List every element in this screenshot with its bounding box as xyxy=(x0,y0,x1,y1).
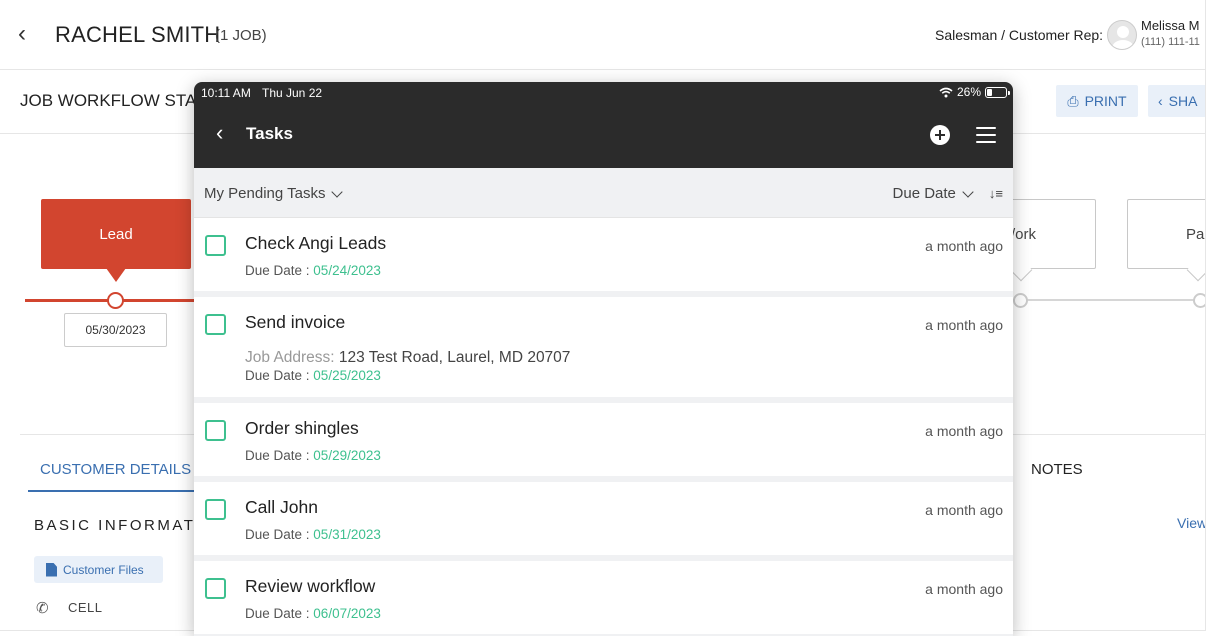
basic-info-heading: BASIC INFORMATI xyxy=(34,517,203,534)
cell-label: CELL xyxy=(68,600,103,615)
view-link[interactable]: View xyxy=(1177,515,1205,531)
stage-label: /ork xyxy=(1011,226,1037,243)
task-row[interactable]: Call John a month ago Due Date : 05/31/2… xyxy=(194,482,1013,561)
task-checkbox[interactable] xyxy=(205,420,226,441)
task-due: Due Date : 05/24/2023 xyxy=(245,263,381,278)
customer-files-button[interactable]: Customer Files xyxy=(34,556,163,583)
due-prefix: Due Date : xyxy=(245,368,314,383)
task-row[interactable]: Check Angi Leads a month ago Due Date : … xyxy=(194,218,1013,297)
job-count: (1 JOB) xyxy=(215,27,267,44)
sort-label: Due Date xyxy=(892,185,956,202)
back-chevron-icon[interactable]: ‹ xyxy=(216,122,223,144)
page-header: ‹ RACHEL SMITH (1 JOB) Salesman / Custom… xyxy=(0,0,1205,70)
rep-label: Salesman / Customer Rep: xyxy=(935,27,1104,43)
rep-phone: (111) 111-11 xyxy=(1141,36,1200,48)
stage-label: Pa xyxy=(1186,226,1205,243)
tasks-navbar: ‹ Tasks xyxy=(194,104,1013,168)
task-address: Job Address: 123 Test Road, Laurel, MD 2… xyxy=(245,349,570,367)
task-filter-dropdown[interactable]: My Pending Tasks xyxy=(204,185,344,202)
task-due: Due Date : 06/07/2023 xyxy=(245,606,381,621)
task-checkbox[interactable] xyxy=(205,499,226,520)
address-label: Job Address: xyxy=(245,349,335,366)
due-date: 05/29/2023 xyxy=(313,448,381,463)
printer-icon: ⎙ xyxy=(1067,92,1079,109)
back-chevron-icon[interactable]: ‹ xyxy=(18,22,26,46)
battery-icon xyxy=(985,86,1010,98)
status-indicators: 26% xyxy=(939,85,1010,99)
avatar-icon[interactable] xyxy=(1107,20,1137,50)
task-row[interactable]: Review workflow a month ago Due Date : 0… xyxy=(194,561,1013,636)
tablet-screen: 10:11 AM Thu Jun 22 26% ‹ Tasks My Pendi… xyxy=(194,82,1013,636)
due-date: 05/31/2023 xyxy=(313,527,381,542)
stage-dot[interactable] xyxy=(1193,293,1205,308)
task-checkbox[interactable] xyxy=(205,235,226,256)
tab-active-indicator xyxy=(28,490,198,492)
status-date: Thu Jun 22 xyxy=(262,86,323,100)
due-date: 05/24/2023 xyxy=(313,263,381,278)
status-bar: 10:11 AM Thu Jun 22 26% xyxy=(194,82,1013,104)
task-title: Send invoice xyxy=(245,312,346,332)
customer-files-label: Customer Files xyxy=(63,562,144,577)
tab-notes[interactable]: NOTES xyxy=(1031,461,1083,478)
share-button[interactable]: ‹ SHA xyxy=(1148,85,1205,117)
due-prefix: Due Date : xyxy=(245,527,314,542)
stage-lead[interactable]: Lead xyxy=(41,199,191,282)
stage-dot[interactable] xyxy=(107,292,124,309)
sort-order-icon[interactable]: ↓≡ xyxy=(989,186,1003,201)
task-title: Order shingles xyxy=(245,418,359,438)
page-title: Tasks xyxy=(246,124,293,143)
customer-name: RACHEL SMITH xyxy=(55,22,221,47)
task-title: Review workflow xyxy=(245,576,376,596)
due-prefix: Due Date : xyxy=(245,263,314,278)
stage-date[interactable]: 05/30/2023 xyxy=(64,313,167,347)
phone-icon: ✆ xyxy=(36,600,49,617)
filter-bar: My Pending Tasks Due Date ↓≡ xyxy=(194,168,1013,218)
task-checkbox[interactable] xyxy=(205,578,226,599)
filter-label: My Pending Tasks xyxy=(204,185,326,202)
print-button[interactable]: ⎙ PRINT xyxy=(1056,85,1138,117)
progress-track xyxy=(1010,299,1205,301)
hamburger-menu-icon[interactable] xyxy=(976,127,996,143)
task-title: Call John xyxy=(245,497,318,517)
chevron-down-icon xyxy=(962,185,974,198)
print-label: PRINT xyxy=(1084,93,1127,109)
task-row[interactable]: Order shingles a month ago Due Date : 05… xyxy=(194,403,1013,482)
stage-label: Lead xyxy=(99,225,133,243)
due-prefix: Due Date : xyxy=(245,448,314,463)
sort-dropdown[interactable]: Due Date ↓≡ xyxy=(893,185,1003,202)
task-time: a month ago xyxy=(925,238,1003,254)
battery-percent: 26% xyxy=(956,85,981,99)
task-row[interactable]: Send invoice a month ago Job Address: 12… xyxy=(194,297,1013,403)
add-circle-icon[interactable] xyxy=(930,125,950,145)
task-time: a month ago xyxy=(925,423,1003,439)
tab-customer-details[interactable]: CUSTOMER DETAILS xyxy=(40,461,191,478)
task-time: a month ago xyxy=(925,502,1003,518)
share-label: SHA xyxy=(1168,93,1198,109)
share-icon: ‹ xyxy=(1158,93,1163,109)
task-checkbox[interactable] xyxy=(205,314,226,335)
document-icon xyxy=(46,562,57,577)
rep-name: Melissa M xyxy=(1141,18,1200,33)
task-due: Due Date : 05/25/2023 xyxy=(245,368,381,383)
task-due: Due Date : 05/29/2023 xyxy=(245,448,381,463)
battery-fill xyxy=(987,88,992,96)
due-prefix: Due Date : xyxy=(245,606,314,621)
workflow-title: JOB WORKFLOW STA xyxy=(20,91,197,110)
status-time: 10:11 AM xyxy=(201,86,251,100)
task-list: Check Angi Leads a month ago Due Date : … xyxy=(194,218,1013,636)
task-title: Check Angi Leads xyxy=(245,233,387,253)
due-date: 05/25/2023 xyxy=(313,368,381,383)
task-time: a month ago xyxy=(925,317,1003,333)
due-date: 06/07/2023 xyxy=(313,606,381,621)
wifi-icon xyxy=(939,87,953,97)
task-time: a month ago xyxy=(925,581,1003,597)
stage-paid[interactable]: Pa xyxy=(1127,199,1205,269)
task-due: Due Date : 05/31/2023 xyxy=(245,527,381,542)
address-value: 123 Test Road, Laurel, MD 20707 xyxy=(338,349,571,366)
chevron-down-icon xyxy=(331,185,344,198)
stage-dot[interactable] xyxy=(1013,293,1028,308)
